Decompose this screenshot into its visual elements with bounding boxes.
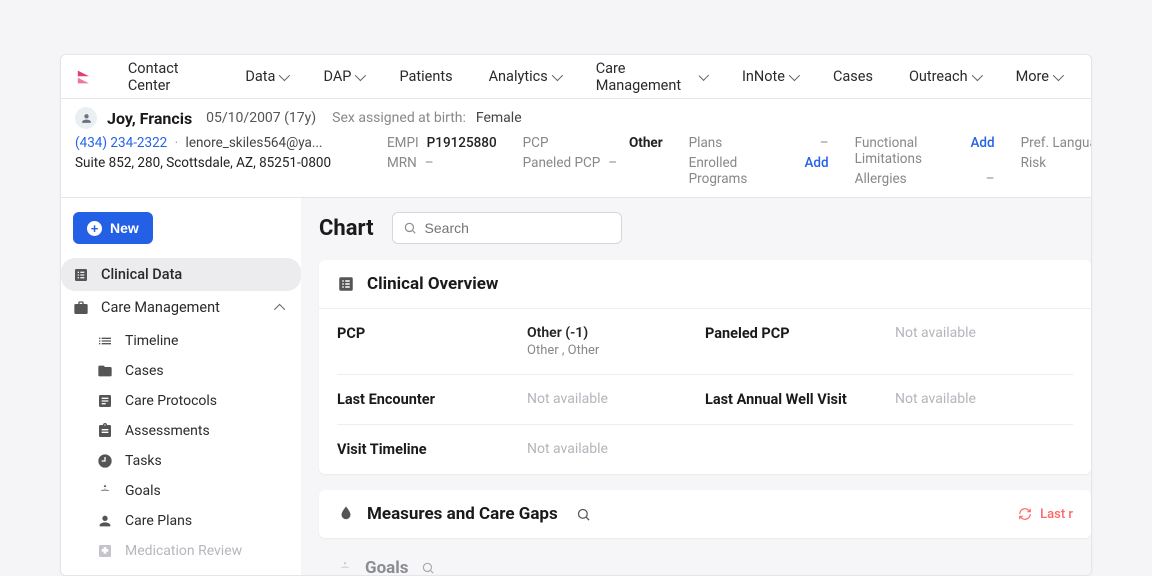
pcp-value: Other: [629, 135, 663, 151]
sidebar-item-medication-review[interactable]: Medication Review: [85, 536, 301, 566]
protocol-icon: [97, 393, 113, 409]
chevron-down-icon: [789, 69, 800, 80]
clipboard-icon: [97, 423, 113, 439]
patient-address: Suite 852, 280, Scottsdale, AZ, 85251-08…: [75, 155, 335, 171]
chevron-down-icon: [355, 69, 366, 80]
sidebar-item-care-plans[interactable]: Care Plans: [85, 506, 301, 536]
chevron-up-icon: [274, 303, 285, 314]
sidebar-item-care-management[interactable]: Care Management: [61, 291, 301, 324]
patient-phone-link[interactable]: (434) 234-2322: [75, 135, 167, 151]
badge-icon: [73, 267, 89, 283]
briefcase-icon: [73, 300, 89, 316]
sidebar-item-goals[interactable]: Goals: [85, 476, 301, 506]
refresh-hint[interactable]: Last r: [1018, 507, 1073, 522]
search-icon[interactable]: [421, 561, 435, 575]
chevron-down-icon: [279, 69, 290, 80]
main-content: Chart Clinical Overview PCP Other (-1) O…: [301, 198, 1091, 575]
patient-avatar-icon: [75, 107, 97, 129]
clinical-overview-card: Clinical Overview PCP Other (-1) Other ,…: [319, 260, 1091, 474]
add-functional-link[interactable]: Add: [970, 135, 994, 151]
sidebar-item-clinical-data[interactable]: Clinical Data: [61, 258, 301, 291]
body: + New Clinical Data Care Management Time…: [61, 198, 1091, 575]
search-icon: [403, 221, 417, 235]
chevron-down-icon: [551, 69, 562, 80]
patient-dob-age: 05/10/2007 (17y): [206, 110, 316, 126]
chevron-down-icon: [699, 70, 710, 81]
clock-icon: [97, 453, 113, 469]
search-input[interactable]: [425, 220, 611, 236]
drop-icon: [337, 505, 355, 523]
new-button[interactable]: + New: [73, 212, 153, 244]
nav-item-contact-center[interactable]: Contact Center: [112, 54, 226, 104]
sidebar-item-timeline[interactable]: Timeline: [85, 326, 301, 356]
folder-icon: [97, 363, 113, 379]
med-icon: [97, 543, 113, 559]
empi-value: P19125880: [427, 135, 497, 151]
search-icon[interactable]: [576, 507, 591, 522]
add-program-link[interactable]: Add: [804, 155, 828, 171]
goals-card: Goals: [319, 546, 1091, 575]
measures-card: Measures and Care Gaps Last r: [319, 490, 1091, 538]
search-input-wrap[interactable]: [392, 212, 622, 244]
sidebar: + New Clinical Data Care Management Time…: [61, 198, 301, 575]
sidebar-item-tasks[interactable]: Tasks: [85, 446, 301, 476]
nav-item-patients[interactable]: Patients: [383, 58, 468, 95]
plus-icon: +: [87, 221, 102, 236]
card-title: Measures and Care Gaps: [367, 504, 558, 524]
sab-value: Female: [476, 110, 522, 126]
nav-item-cases[interactable]: Cases: [817, 58, 889, 95]
patient-email[interactable]: lenore_skiles564@ya...: [186, 135, 323, 151]
app-logo-icon: [75, 67, 92, 87]
sidebar-item-assessments[interactable]: Assessments: [85, 416, 301, 446]
nav-item-analytics[interactable]: Analytics: [473, 58, 576, 95]
sidebar-item-care-protocols[interactable]: Care Protocols: [85, 386, 301, 416]
nav-item-innote[interactable]: InNote: [726, 58, 813, 95]
target-icon: [337, 560, 353, 575]
nav-item-dap[interactable]: DAP: [307, 58, 379, 95]
sidebar-item-cases[interactable]: Cases: [85, 356, 301, 386]
refresh-icon: [1018, 507, 1032, 521]
card-title: Clinical Overview: [367, 274, 498, 294]
chevron-down-icon: [1053, 69, 1064, 80]
patient-info-row: (434) 234-2322 · lenore_skiles564@ya... …: [61, 135, 1091, 198]
sab-label: Sex assigned at birth:: [332, 110, 466, 126]
patient-name: Joy, Francis: [107, 109, 192, 128]
target-icon: [97, 483, 113, 499]
patient-header: Joy, Francis 05/10/2007 (17y) Sex assign…: [61, 99, 1091, 135]
chevron-down-icon: [971, 69, 982, 80]
nav-item-care-management[interactable]: Care Management: [580, 54, 722, 104]
person-plan-icon: [97, 513, 113, 529]
nav-item-outreach[interactable]: Outreach: [893, 58, 996, 95]
timeline-icon: [97, 333, 113, 349]
card-title: Goals: [365, 558, 409, 575]
app-frame: Contact CenterDataDAPPatientsAnalyticsCa…: [60, 54, 1092, 576]
page-title: Chart: [319, 216, 374, 241]
badge-icon: [337, 275, 355, 293]
ov-pcp-value: Other (-1) Other , Other: [527, 309, 705, 374]
top-nav: Contact CenterDataDAPPatientsAnalyticsCa…: [61, 55, 1091, 99]
nav-item-data[interactable]: Data: [229, 58, 303, 95]
nav-item-more[interactable]: More: [1000, 58, 1077, 95]
